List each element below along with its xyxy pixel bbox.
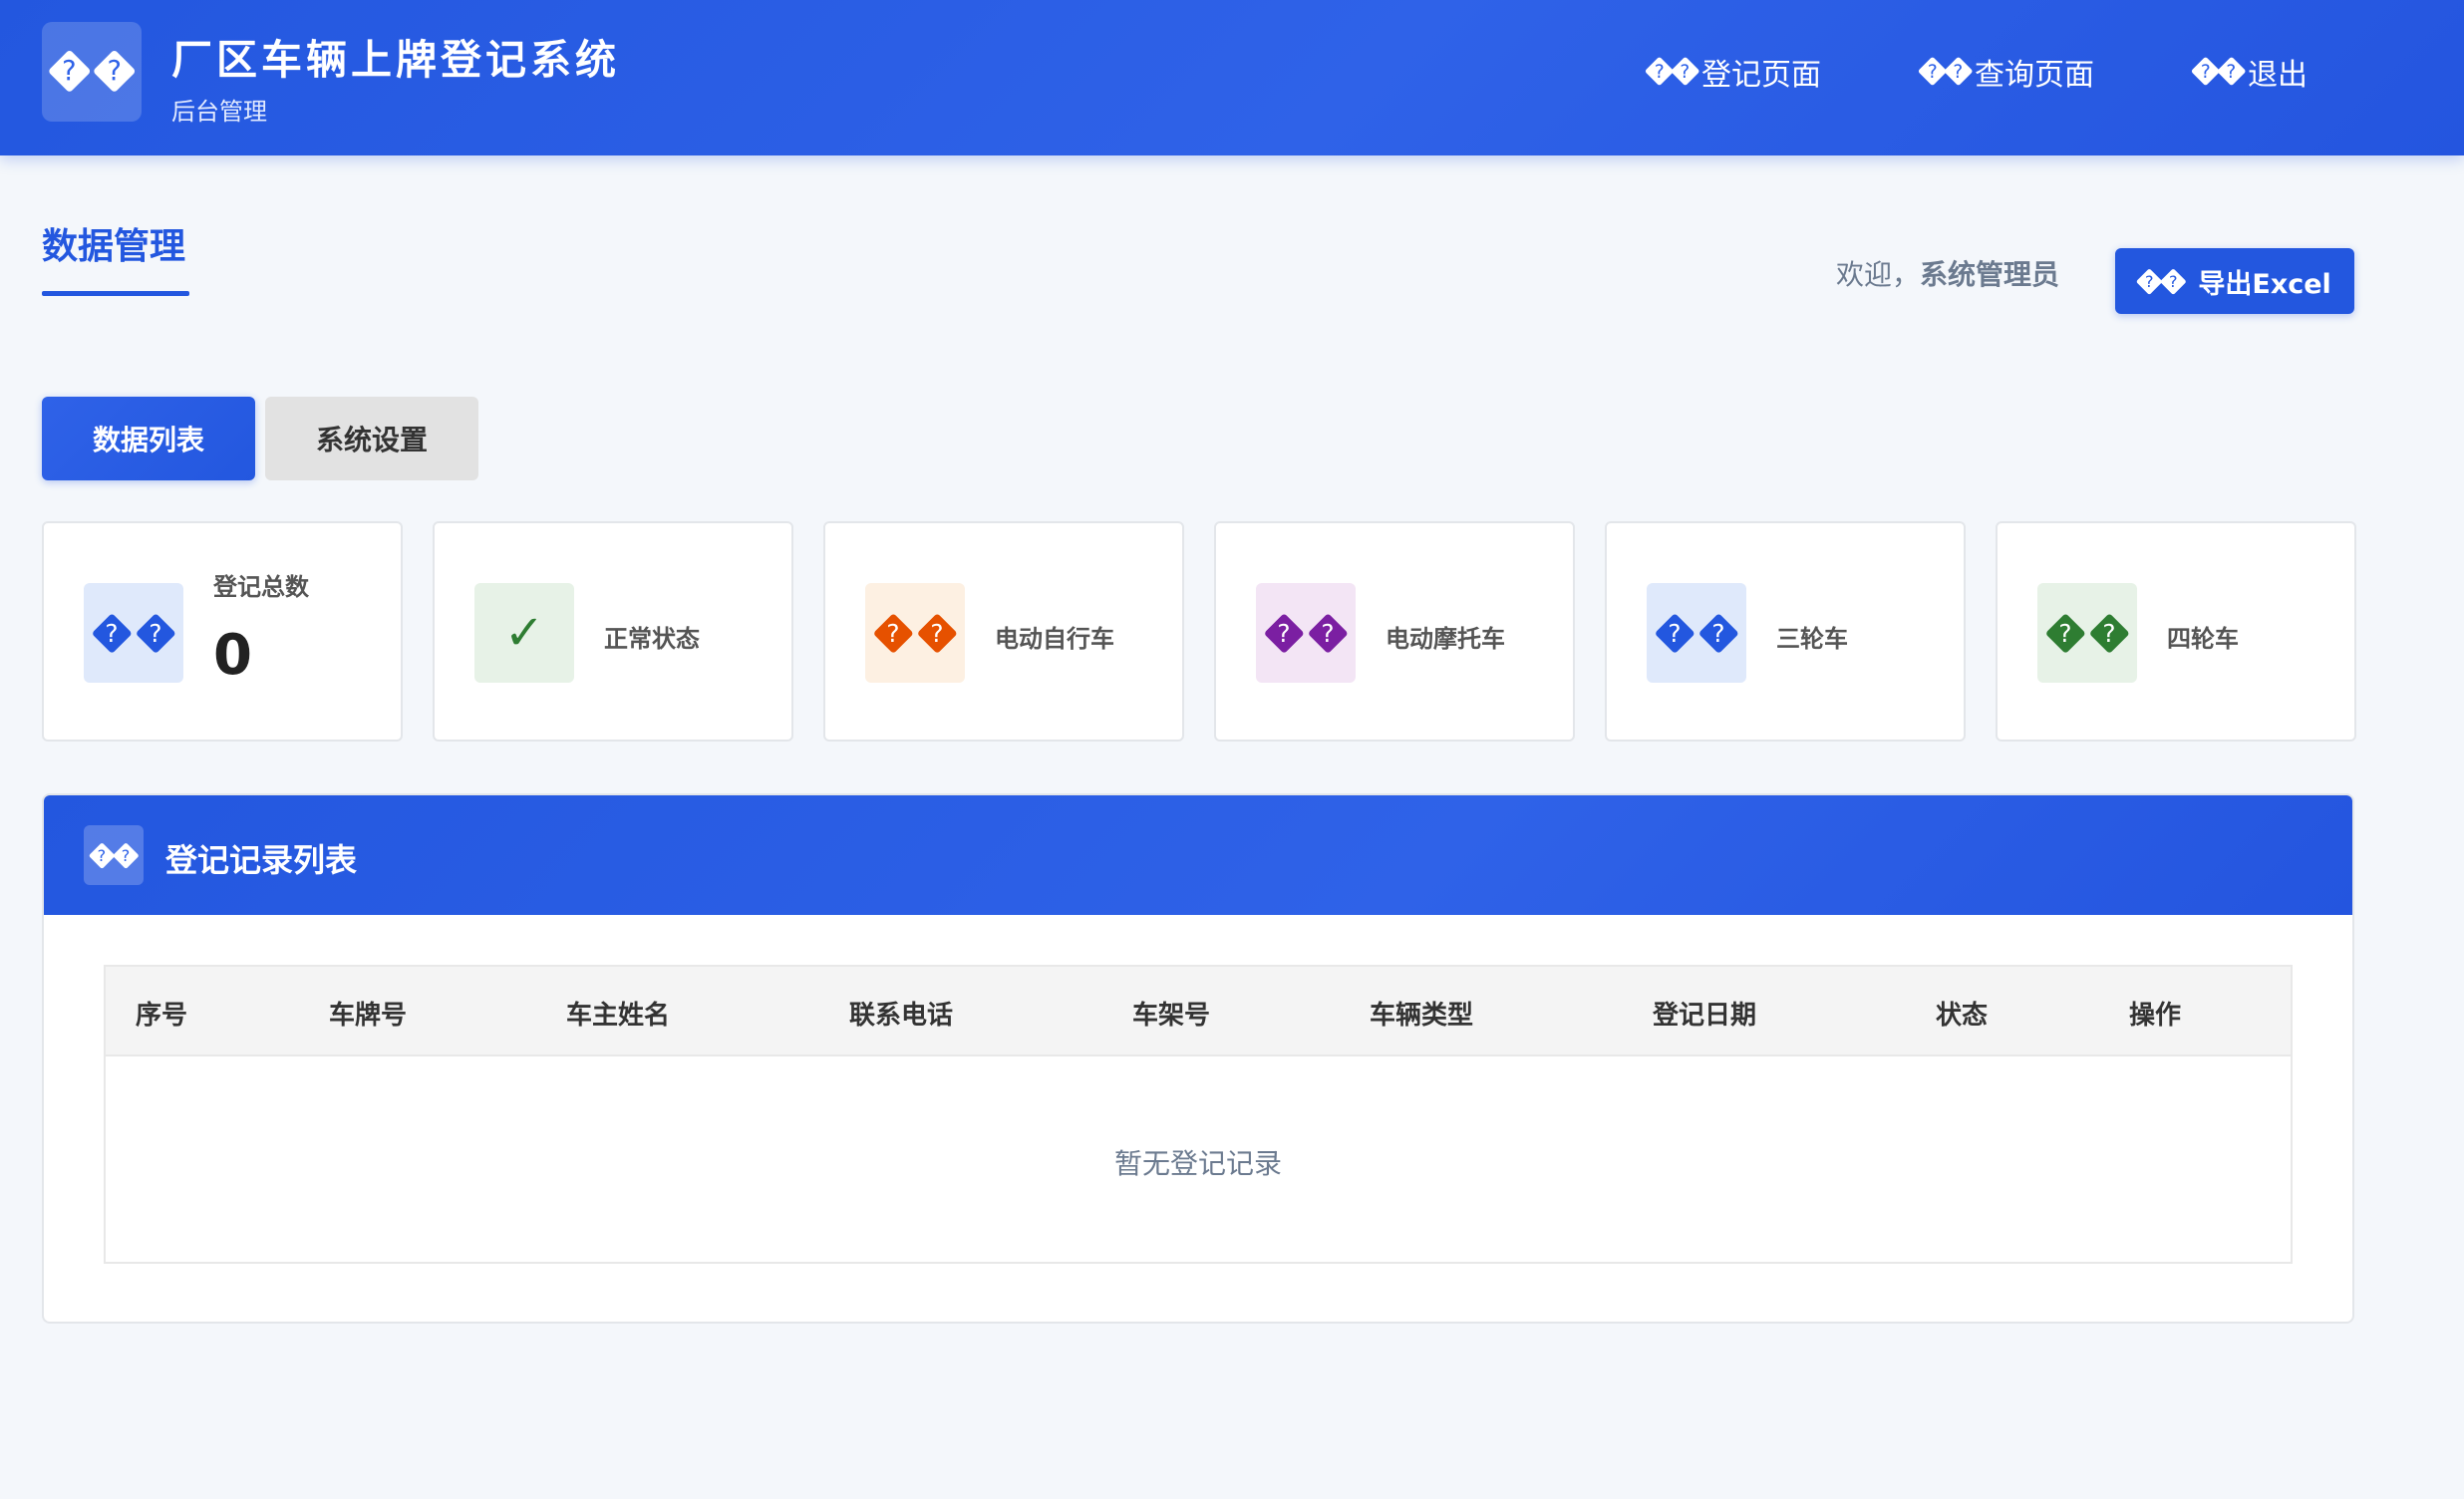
nav-register-page[interactable]: 登记页面 xyxy=(1647,50,1821,94)
check-icon: ✓ xyxy=(503,605,545,661)
page-title: 数据管理 xyxy=(42,226,186,267)
replacement-char-icon xyxy=(1267,616,1301,650)
nav-query-page[interactable]: 查询页面 xyxy=(1920,50,2094,94)
replacement-char-icon xyxy=(51,53,89,91)
replacement-char-icon xyxy=(1658,616,1692,650)
stat-label: 电动自行车 xyxy=(995,625,1114,653)
stat-card-e-bike: 电动自行车 xyxy=(823,521,1184,742)
column-header: 登记日期 xyxy=(1653,1001,1757,1031)
records-panel-header: 登记记录列表 xyxy=(44,795,2352,915)
column-header: 车辆类型 xyxy=(1370,1001,1474,1031)
stat-icon-box xyxy=(2037,583,2137,683)
stat-icon-box xyxy=(84,583,183,683)
replacement-char-icon xyxy=(1701,616,1735,650)
column-header: 车架号 xyxy=(1132,1001,1211,1031)
replacement-char-icon xyxy=(920,616,954,650)
replacement-char-icon xyxy=(91,844,113,866)
stat-icon-box xyxy=(865,583,965,683)
stat-icon-box xyxy=(1256,583,1356,683)
stat-card-normal: ✓ 正常状态 xyxy=(433,521,793,742)
logo xyxy=(42,22,142,122)
replacement-char-icon xyxy=(1311,616,1345,650)
records-panel: 登记记录列表 序号 车牌号 车主姓名 联系电话 车架号 车辆类型 登记日期 状态… xyxy=(42,793,2354,1324)
replacement-char-icon xyxy=(2193,59,2219,85)
replacement-char-icon xyxy=(1946,59,1972,85)
replacement-char-icon xyxy=(95,616,129,650)
top-header: 厂区车辆上牌登记系统 后台管理 登记页面 查询页面 退出 xyxy=(0,0,2464,155)
export-icon xyxy=(2138,270,2184,292)
tab-data-list[interactable]: 数据列表 xyxy=(42,397,255,480)
stat-label: 三轮车 xyxy=(1776,625,1848,653)
replacement-char-icon xyxy=(2092,616,2126,650)
column-header: 联系电话 xyxy=(849,1001,954,1031)
nav-label: 退出 xyxy=(2248,58,2308,93)
nav-label: 查询页面 xyxy=(1975,58,2094,93)
replacement-char-icon xyxy=(1673,59,1698,85)
app-title: 厂区车辆上牌登记系统 xyxy=(171,36,620,84)
stat-label: 登记总数 xyxy=(213,573,309,601)
replacement-char-icon xyxy=(1647,59,1673,85)
stat-card-tricycle: 三轮车 xyxy=(1605,521,1966,742)
stat-card-four-wheeler: 四轮车 xyxy=(1996,521,2356,742)
replacement-char-icon xyxy=(1920,59,1946,85)
welcome-prefix: 欢迎， xyxy=(1836,258,1921,291)
column-header: 状态 xyxy=(1936,1001,1989,1031)
app-subtitle: 后台管理 xyxy=(171,98,267,126)
stat-card-total: 登记总数 0 xyxy=(42,521,403,742)
stat-icon-box: ✓ xyxy=(474,583,574,683)
replacement-char-icon xyxy=(115,844,137,866)
stat-label: 正常状态 xyxy=(604,625,700,653)
replacement-char-icon xyxy=(876,616,910,650)
stat-label: 电动摩托车 xyxy=(1386,625,1505,653)
stat-value: 0 xyxy=(213,623,252,688)
stat-icon-box xyxy=(1647,583,1746,683)
replacement-char-icon xyxy=(139,616,172,650)
replacement-char-icon xyxy=(96,53,134,91)
replacement-char-icon xyxy=(2138,270,2160,292)
export-label: 导出Excel xyxy=(2198,268,2331,300)
column-header: 车主姓名 xyxy=(566,1001,671,1031)
nav-label: 登记页面 xyxy=(1701,58,1821,93)
welcome-user: 系统管理员 xyxy=(1920,258,2060,291)
records-table: 序号 车牌号 车主姓名 联系电话 车架号 车辆类型 登记日期 状态 操作 暂无登… xyxy=(104,965,2293,1264)
records-title: 登记记录列表 xyxy=(165,841,358,879)
column-header: 序号 xyxy=(136,1001,188,1031)
replacement-char-icon xyxy=(2048,616,2082,650)
export-excel-button[interactable]: 导出Excel xyxy=(2115,248,2354,314)
replacement-char-icon xyxy=(2162,270,2184,292)
page-title-underline xyxy=(42,291,189,296)
tab-system-settings[interactable]: 系统设置 xyxy=(265,397,478,480)
column-header: 操作 xyxy=(2129,1001,2182,1031)
welcome-text: 欢迎，系统管理员 xyxy=(1836,253,2059,293)
replacement-char-icon xyxy=(2219,59,2245,85)
nav-logout[interactable]: 退出 xyxy=(2193,50,2308,94)
table-header: 序号 车牌号 车主姓名 联系电话 车架号 车辆类型 登记日期 状态 操作 xyxy=(106,967,2291,1056)
stat-label: 四轮车 xyxy=(2167,625,2239,653)
empty-state-text: 暂无登记记录 xyxy=(1113,1147,1282,1180)
stat-card-e-motorcycle: 电动摩托车 xyxy=(1214,521,1575,742)
column-header: 车牌号 xyxy=(329,1001,408,1031)
records-icon xyxy=(84,825,144,885)
